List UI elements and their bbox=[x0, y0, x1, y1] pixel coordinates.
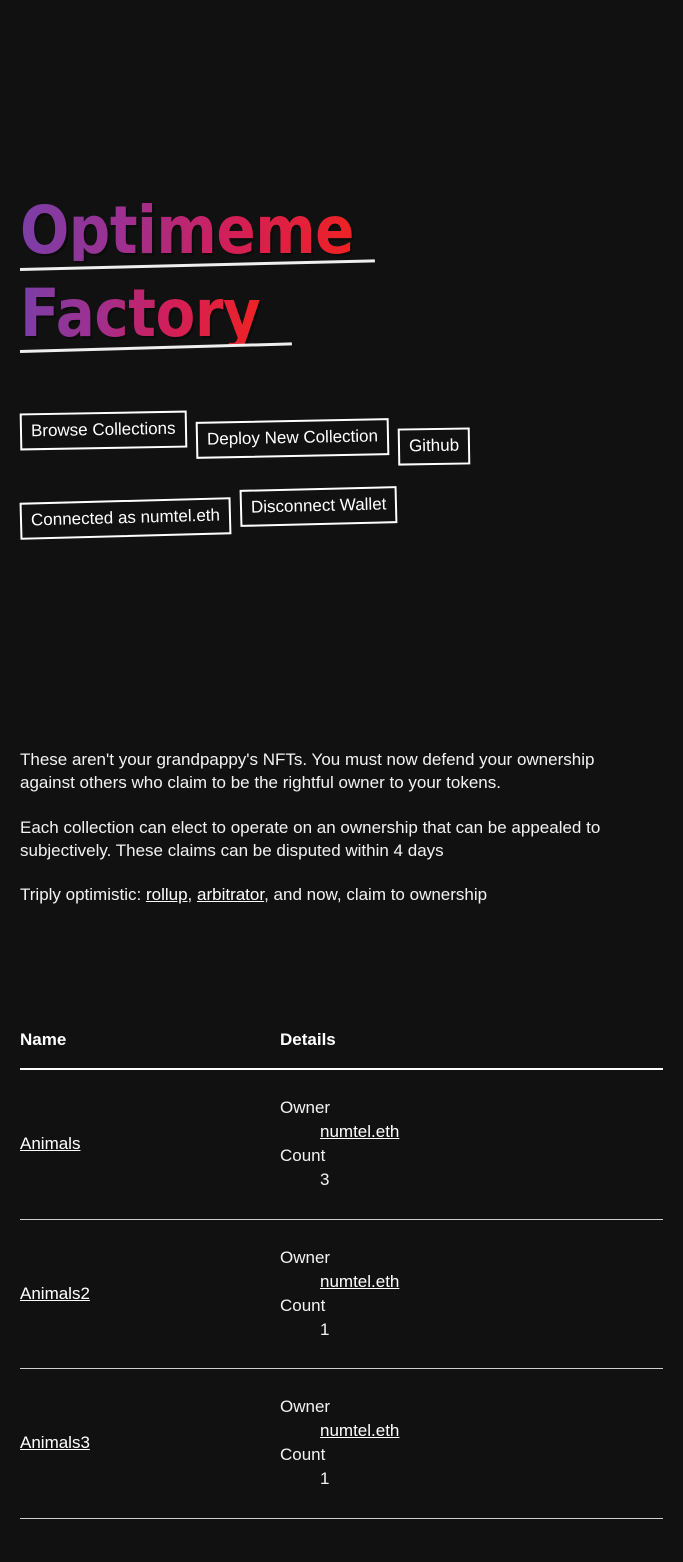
table-row: Animals Owner numtel.eth Count 3 bbox=[20, 1069, 663, 1220]
owner-label: Owner bbox=[280, 1397, 331, 1416]
owner-link[interactable]: numtel.eth bbox=[320, 1122, 399, 1141]
collection-details-cell: Owner numtel.eth Count 1 bbox=[280, 1368, 663, 1519]
browse-collections-button[interactable]: Browse Collections bbox=[19, 410, 187, 451]
intro-paragraph-3: Triply optimistic: rollup, arbitrator, a… bbox=[20, 883, 620, 906]
collections-table-body: Animals Owner numtel.eth Count 3 Animals2 Owne… bbox=[20, 1069, 663, 1519]
column-header-name: Name bbox=[20, 1030, 280, 1070]
intro-paragraph-3-prefix: Triply optimistic: bbox=[20, 885, 146, 905]
owner-label: Owner bbox=[280, 1247, 331, 1267]
collections-header-row: Name Details bbox=[20, 1030, 663, 1070]
count-value: 1 bbox=[320, 1469, 330, 1489]
arbitrator-link[interactable]: arbitrator bbox=[197, 885, 264, 904]
table-row: Animals3 Owner numtel.eth Count 1 bbox=[20, 1368, 663, 1519]
table-row: Animals2 Owner numtel.eth Count 1 bbox=[20, 1219, 663, 1369]
page-root: Optimeme Factory Browse Collections Depl… bbox=[0, 0, 683, 1562]
title-line-2-text: Factory bbox=[20, 274, 261, 353]
collections-table-wrapper: Name Details Animals Owner numtel.eth Count… bbox=[20, 1030, 663, 1519]
collection-link[interactable]: Animals bbox=[20, 1134, 80, 1153]
rollup-link[interactable]: rollup bbox=[146, 885, 188, 904]
site-title: Optimeme Factory bbox=[19, 197, 660, 375]
title-line-2: Factory bbox=[19, 280, 292, 353]
collections-table-head: Name Details bbox=[20, 1030, 663, 1070]
collection-details-cell: Owner numtel.eth Count 1 bbox=[280, 1219, 663, 1369]
column-header-details: Details bbox=[280, 1030, 663, 1070]
connected-account-badge[interactable]: Connected as numtel.eth bbox=[19, 497, 232, 541]
owner-value: numtel.eth bbox=[320, 1419, 663, 1443]
intro-paragraph-1: These aren't your grandpappy's NFTs. You… bbox=[20, 750, 595, 793]
count-label: Count bbox=[280, 1445, 326, 1465]
collection-details-list: Owner numtel.eth Count 1 bbox=[280, 1246, 663, 1343]
collection-name-cell: Animals2 bbox=[20, 1219, 280, 1369]
collection-link[interactable]: Animals2 bbox=[20, 1284, 90, 1303]
collection-details-list: Owner numtel.eth Count 1 bbox=[280, 1395, 663, 1492]
intro-paragraph-2: Each collection can elect to operate on … bbox=[20, 817, 601, 860]
collection-name-cell: Animals bbox=[20, 1069, 280, 1220]
count-value: 1 bbox=[320, 1319, 330, 1339]
count-label: Count bbox=[280, 1295, 326, 1315]
collection-details-list: Owner numtel.eth Count 3 bbox=[280, 1096, 663, 1193]
count-label: Count bbox=[280, 1146, 326, 1166]
owner-link[interactable]: numtel.eth bbox=[320, 1421, 399, 1440]
collection-link[interactable]: Animals3 bbox=[20, 1433, 90, 1452]
wallet-nav: Connected as numtel.eth Disconnect Walle… bbox=[19, 486, 398, 541]
deploy-new-collection-button[interactable]: Deploy New Collection bbox=[195, 418, 389, 460]
title-line-1-text: Optimeme bbox=[20, 191, 354, 269]
owner-value: numtel.eth bbox=[320, 1120, 663, 1144]
owner-link[interactable]: numtel.eth bbox=[320, 1272, 399, 1291]
intro-separator-1: , bbox=[187, 885, 197, 905]
owner-label: Owner bbox=[280, 1098, 331, 1117]
title-line-1: Optimeme bbox=[19, 197, 375, 272]
intro-copy: These aren't your grandpappy's NFTs. You… bbox=[20, 748, 620, 906]
count-value: 3 bbox=[320, 1170, 330, 1190]
disconnect-wallet-button[interactable]: Disconnect Wallet bbox=[239, 486, 398, 528]
collection-name-cell: Animals3 bbox=[20, 1368, 280, 1519]
intro-paragraph-3-suffix: , and now, claim to ownership bbox=[264, 885, 488, 905]
collections-table: Name Details Animals Owner numtel.eth Count… bbox=[20, 1030, 663, 1519]
owner-value: numtel.eth bbox=[320, 1270, 663, 1294]
primary-nav: Browse Collections Deploy New Collection… bbox=[19, 410, 470, 466]
github-link-button[interactable]: Github bbox=[397, 427, 470, 466]
collection-details-cell: Owner numtel.eth Count 3 bbox=[280, 1069, 663, 1220]
